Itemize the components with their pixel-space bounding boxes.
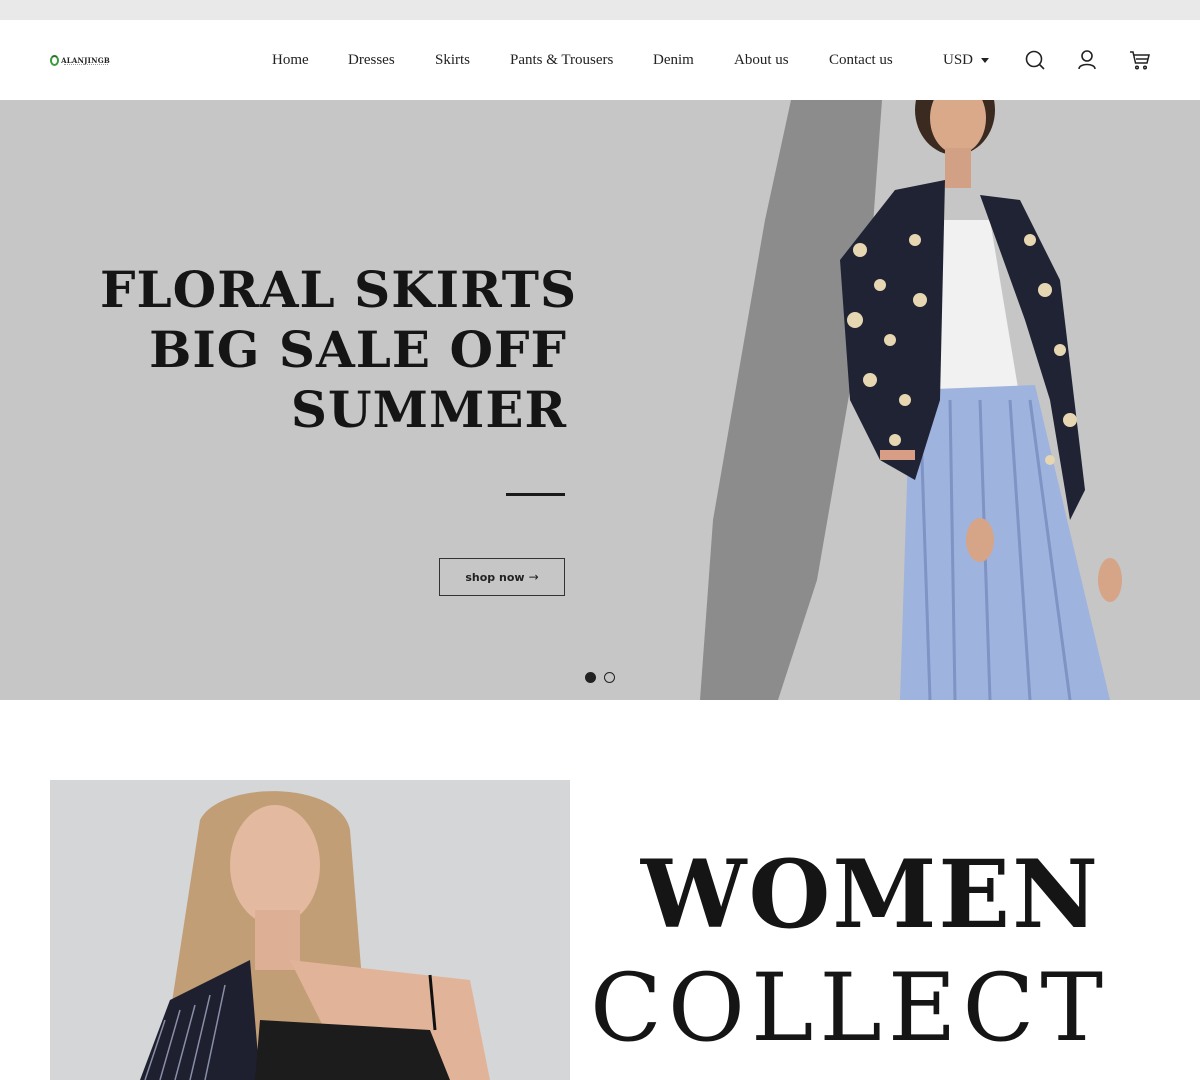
site-header: ALANJINGB Home Dresses Skirts Pants & Tr… — [0, 20, 1200, 100]
hero-model-image — [840, 100, 1122, 700]
hero-title-line: FLORAL SKIRTS — [100, 260, 578, 319]
nav-contact-us[interactable]: Contact us — [829, 50, 893, 70]
arrow-right-icon: → — [528, 570, 539, 584]
nav-denim[interactable]: Denim — [653, 50, 694, 70]
announcement-bar — [0, 0, 1200, 20]
currency-label: USD — [943, 52, 974, 68]
nav-pants-trousers[interactable]: Pants & Trousers — [510, 50, 613, 70]
logo-tagline-line — [64, 64, 108, 65]
nav-about-us[interactable]: About us — [734, 50, 789, 70]
collection-title-line-1: WOMEN — [640, 840, 1100, 950]
shop-now-label: shop now — [465, 570, 525, 584]
search-button[interactable] — [1023, 48, 1047, 72]
search-icon — [1025, 50, 1045, 70]
nav-skirts[interactable]: Skirts — [435, 50, 470, 70]
logo-leaf-icon — [50, 54, 60, 66]
slider-dot-2[interactable] — [604, 672, 615, 683]
brand-logo[interactable]: ALANJINGB — [50, 52, 110, 68]
account-icon — [1078, 50, 1096, 70]
hero-title: FLORAL SKIRTS BIG SALE OFF SUMMER — [100, 260, 578, 440]
shop-now-button[interactable]: shop now → — [439, 558, 565, 596]
collection-model-image[interactable] — [50, 780, 570, 1080]
currency-selector[interactable]: USD — [943, 50, 990, 70]
brand-name: ALANJINGB — [61, 55, 110, 65]
account-button[interactable] — [1075, 48, 1099, 72]
cart-button[interactable] — [1128, 48, 1152, 72]
hero-title-line: SUMMER — [290, 380, 567, 439]
hero-slider: FLORAL SKIRTS BIG SALE OFF SUMMER shop n… — [0, 100, 1200, 700]
chevron-down-icon — [981, 57, 990, 63]
collection-title-line-2: COLLECT — [590, 954, 1110, 1063]
slider-dot-1[interactable] — [585, 672, 596, 683]
hero-divider — [506, 493, 565, 496]
nav-dresses[interactable]: Dresses — [348, 50, 395, 70]
nav-home[interactable]: Home — [272, 50, 309, 70]
hero-title-line: BIG SALE OFF — [149, 320, 567, 379]
cart-icon — [1130, 51, 1150, 70]
slider-dots — [585, 672, 615, 683]
collection-title: WOMEN COLLECT — [590, 840, 1110, 1068]
